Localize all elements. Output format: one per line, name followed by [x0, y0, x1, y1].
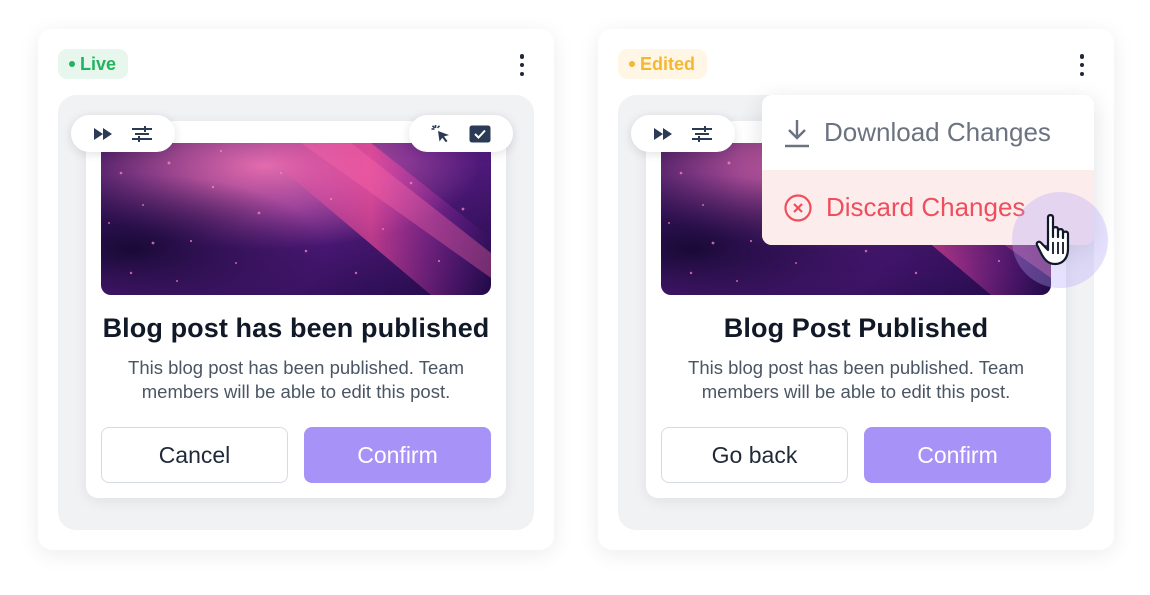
- fast-forward-icon[interactable]: [93, 127, 113, 141]
- description-line-1: This blog post has been published. Team: [688, 357, 1024, 378]
- dialog-title: Blog post has been published: [102, 313, 490, 343]
- download-changes-menu-item[interactable]: Download Changes: [762, 95, 1094, 170]
- playback-toolbar: [71, 115, 175, 152]
- download-icon: [784, 118, 810, 148]
- interaction-toolbar: [409, 115, 513, 152]
- dialog-title: Blog Post Published: [723, 313, 989, 343]
- pointer-click-icon[interactable]: [431, 124, 451, 144]
- sliders-icon[interactable]: [691, 125, 713, 142]
- go-back-button[interactable]: Go back: [661, 427, 848, 483]
- more-options-icon[interactable]: [512, 51, 532, 79]
- dialog-description: This blog post has been published. Team …: [646, 356, 1066, 404]
- hand-pointer-icon: [1035, 214, 1070, 266]
- description-line-1: This blog post has been published. Team: [128, 357, 464, 378]
- playback-toolbar: [631, 115, 735, 152]
- status-badge-live: Live: [58, 49, 129, 79]
- description-line-2: members will be able to edit this post.: [141, 381, 451, 402]
- cancel-button[interactable]: Cancel: [101, 427, 288, 483]
- dialog-card: Blog post has been published This blog p…: [86, 121, 506, 498]
- description-line-2: members will be able to edit this post.: [701, 381, 1011, 402]
- preview-stage: Blog post has been published This blog p…: [58, 95, 534, 530]
- live-panel: Live Blog post has been published This b…: [38, 29, 554, 550]
- close-circle-icon: [784, 193, 812, 222]
- status-dot-icon: [69, 61, 75, 67]
- status-badge-label: Live: [80, 53, 117, 74]
- checkbox-icon[interactable]: [469, 125, 491, 143]
- confirm-button[interactable]: Confirm: [304, 427, 491, 483]
- more-options-icon[interactable]: [1072, 51, 1092, 79]
- download-changes-label: Download Changes: [824, 117, 1051, 147]
- status-dot-icon: [629, 61, 635, 67]
- edited-panel: Edited Blog Post Published This blog pos…: [598, 29, 1114, 550]
- status-badge-label: Edited: [640, 53, 696, 74]
- confirm-button[interactable]: Confirm: [864, 427, 1051, 483]
- discard-changes-label: Discard Changes: [826, 192, 1026, 222]
- status-badge-edited: Edited: [618, 49, 708, 79]
- sliders-icon[interactable]: [131, 125, 153, 142]
- hero-image: [101, 143, 491, 295]
- fast-forward-icon[interactable]: [653, 127, 673, 141]
- dialog-description: This blog post has been published. Team …: [86, 356, 506, 404]
